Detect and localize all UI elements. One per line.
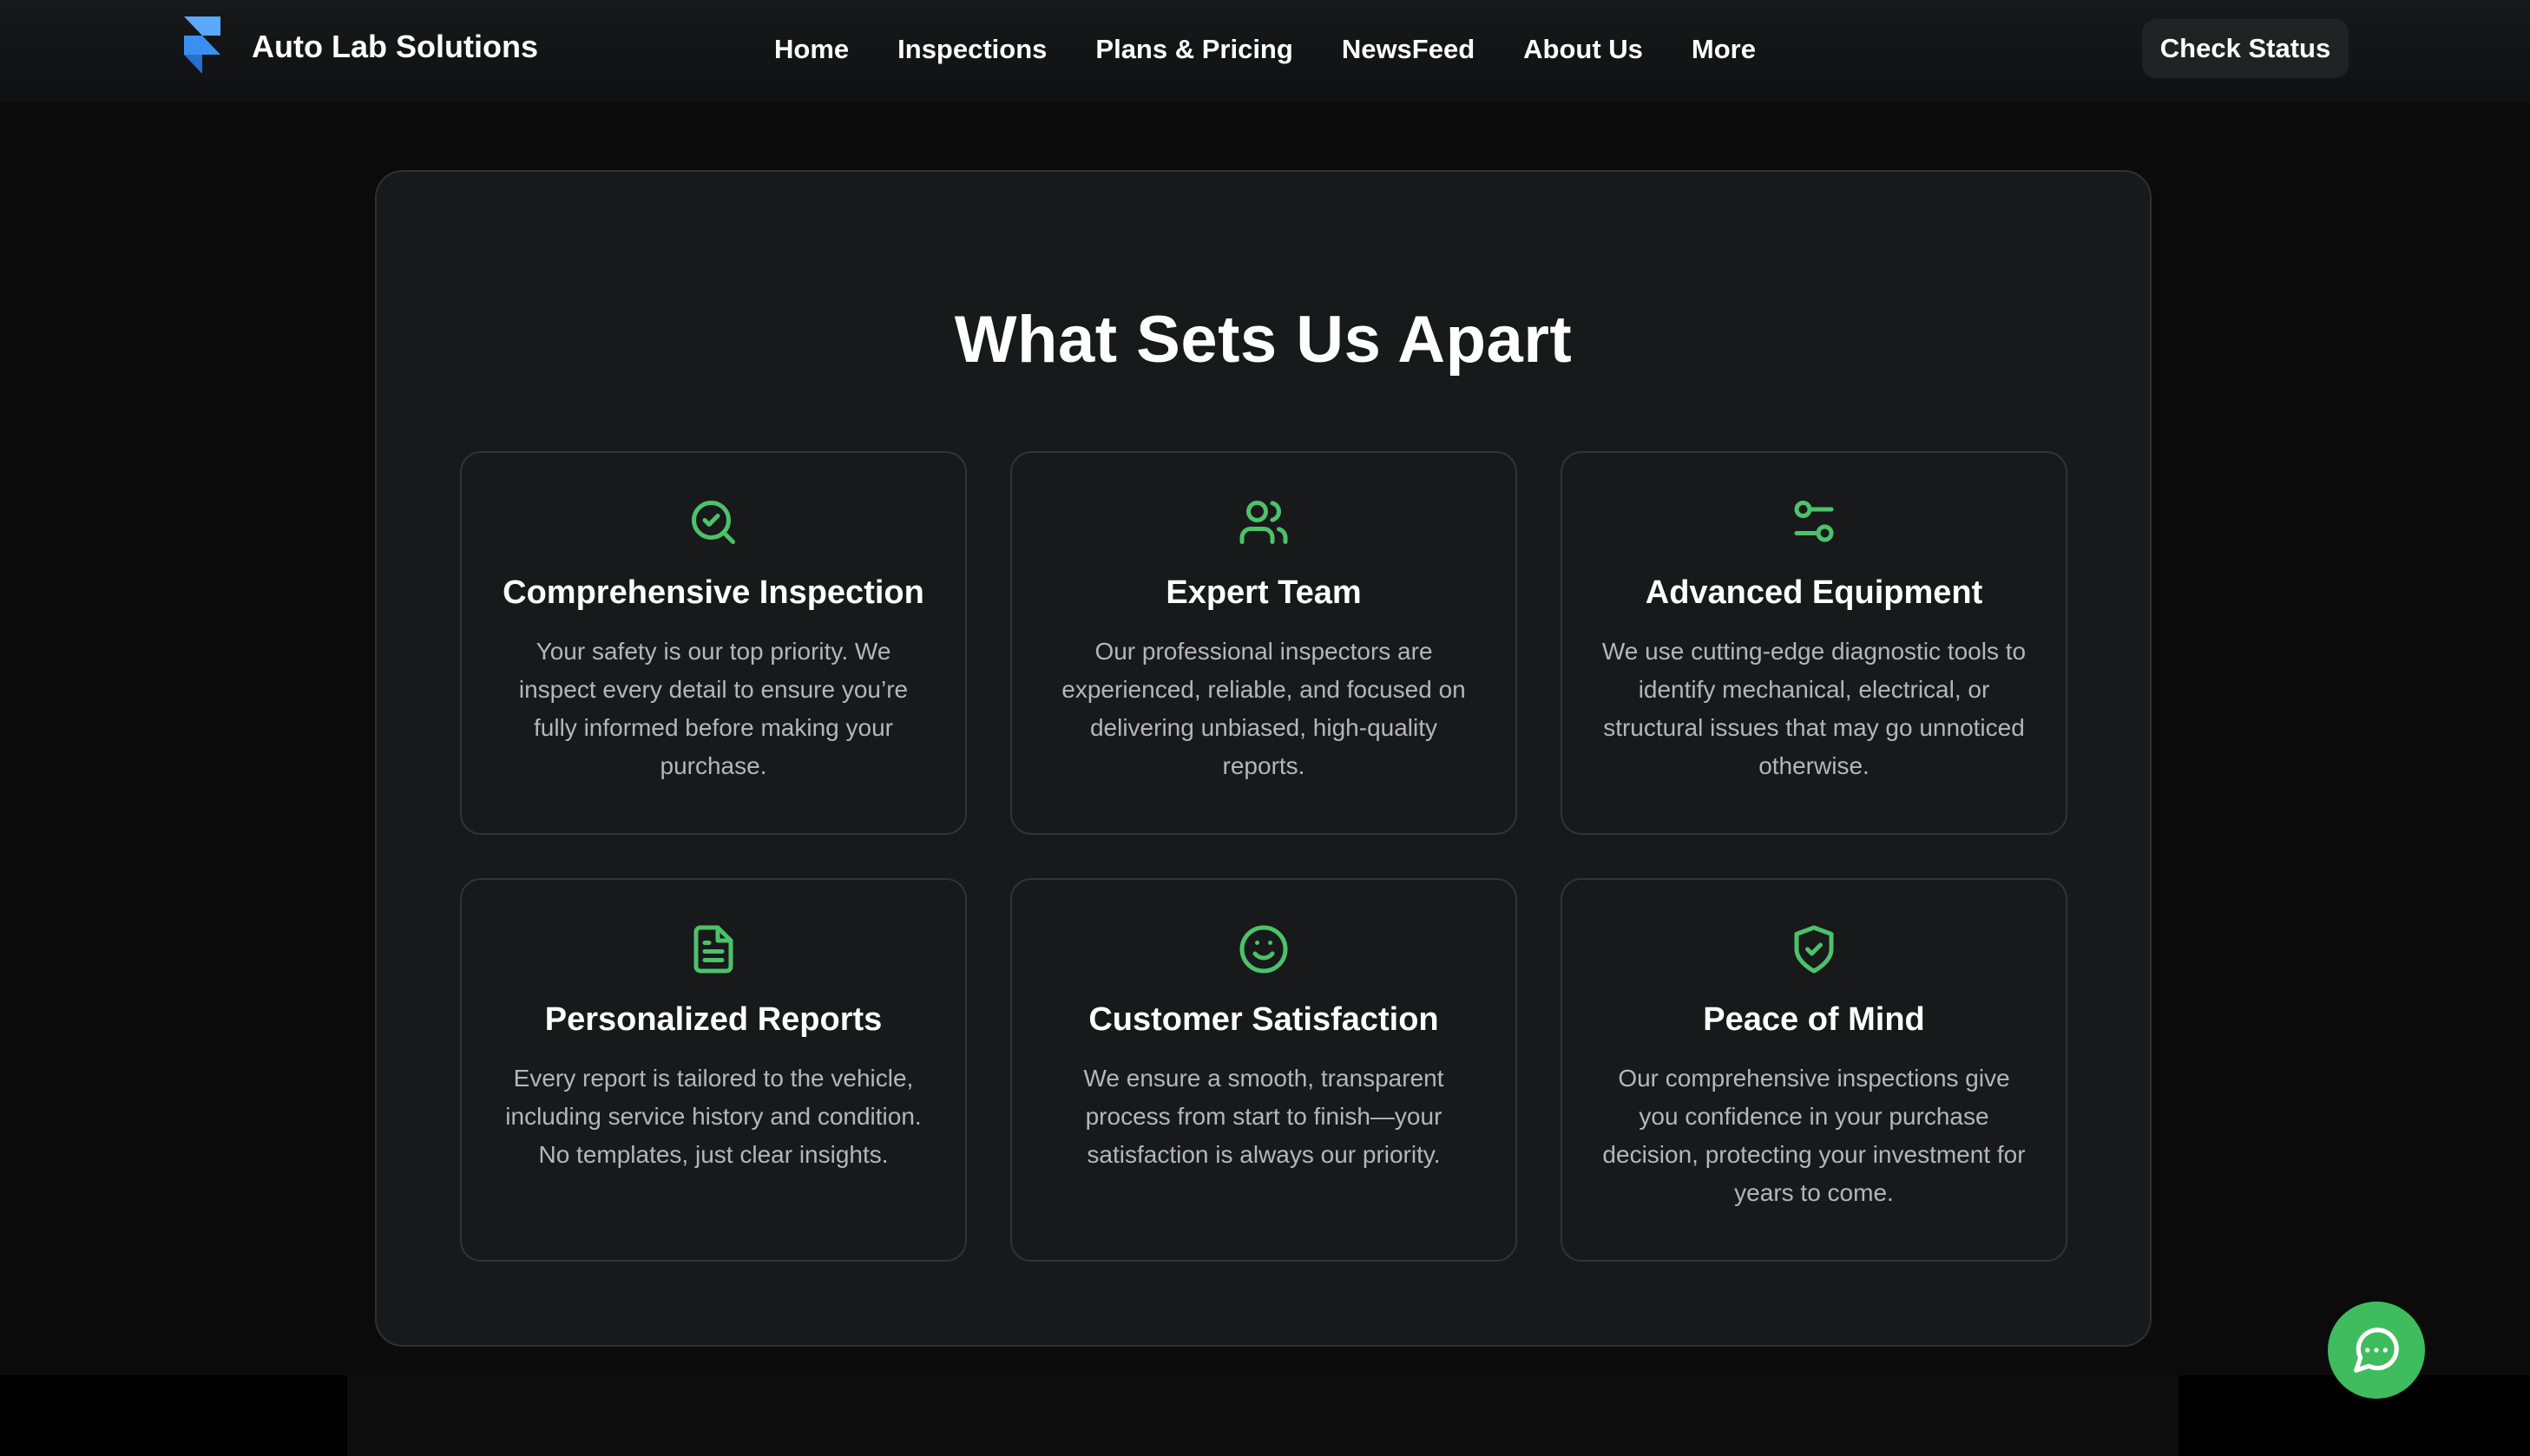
smile-icon — [1239, 925, 1288, 974]
chat-bubble-icon — [2354, 1328, 2399, 1373]
nav-item-inspections[interactable]: Inspections — [897, 30, 1047, 69]
shield-check-icon — [1794, 925, 1834, 974]
feature-title: Expert Team — [1166, 574, 1362, 611]
feature-title: Peace of Mind — [1703, 1001, 1925, 1038]
document-icon — [693, 925, 733, 974]
nav-item-plans-pricing[interactable]: Plans & Pricing — [1095, 30, 1292, 69]
settings-sliders-icon — [1794, 501, 1834, 542]
page: Auto Lab Solutions Home Inspections Plan… — [0, 0, 2530, 1456]
feature-description: Your safety is our top priority. We insp… — [518, 638, 909, 779]
feature-card-advanced-equipment: Advanced Equipment We use cutting-edge d… — [1561, 451, 2067, 835]
section-title: What Sets Us Apart — [954, 303, 1573, 377]
feature-description: Our professional inspectors are experien… — [1061, 638, 1466, 779]
check-status-button[interactable]: Check Status — [2142, 19, 2349, 78]
feature-card-comprehensive-inspection: Comprehensive Inspection Your safety is … — [460, 451, 967, 835]
features-grid: Comprehensive Inspection Your safety is … — [460, 451, 2067, 1262]
feature-description: Every report is tailored to the vehicle,… — [505, 1065, 922, 1168]
feature-title: Advanced Equipment — [1645, 574, 1983, 611]
nav-item-newsfeed[interactable]: NewsFeed — [1342, 30, 1475, 69]
footer-section-top — [347, 1375, 2178, 1456]
feature-card-expert-team: Expert Team Our professional inspectors … — [1010, 451, 1517, 835]
feature-title: Personalized Reports — [544, 1001, 883, 1038]
footer-edge-left — [0, 1375, 347, 1456]
nav-item-more[interactable]: More — [1692, 30, 1756, 69]
feature-description: Our comprehensive inspections give you c… — [1602, 1065, 2026, 1206]
search-check-icon — [692, 501, 735, 544]
feature-card-customer-satisfaction: Customer Satisfaction We ensure a smooth… — [1010, 878, 1517, 1262]
feature-card-peace-of-mind: Peace of Mind Our comprehensive inspecti… — [1561, 878, 2067, 1262]
feature-description: We use cutting-edge diagnostic tools to … — [1601, 638, 2027, 779]
feature-title: Customer Satisfaction — [1088, 1001, 1439, 1038]
feature-description: We ensure a smooth, transparent process … — [1083, 1065, 1444, 1168]
site-header: Auto Lab Solutions Home Inspections Plan… — [0, 0, 2530, 102]
features-panel: What Sets Us Apart Comprehensive Inspect… — [375, 170, 2152, 1347]
nav-item-home[interactable]: Home — [774, 30, 849, 69]
feature-title: Comprehensive Inspection — [503, 574, 924, 611]
users-icon — [1239, 501, 1288, 544]
feature-card-personalized-reports: Personalized Reports Every report is tai… — [460, 878, 967, 1262]
nav-item-about-us[interactable]: About Us — [1523, 30, 1643, 69]
chat-widget-button[interactable] — [2328, 1302, 2425, 1399]
